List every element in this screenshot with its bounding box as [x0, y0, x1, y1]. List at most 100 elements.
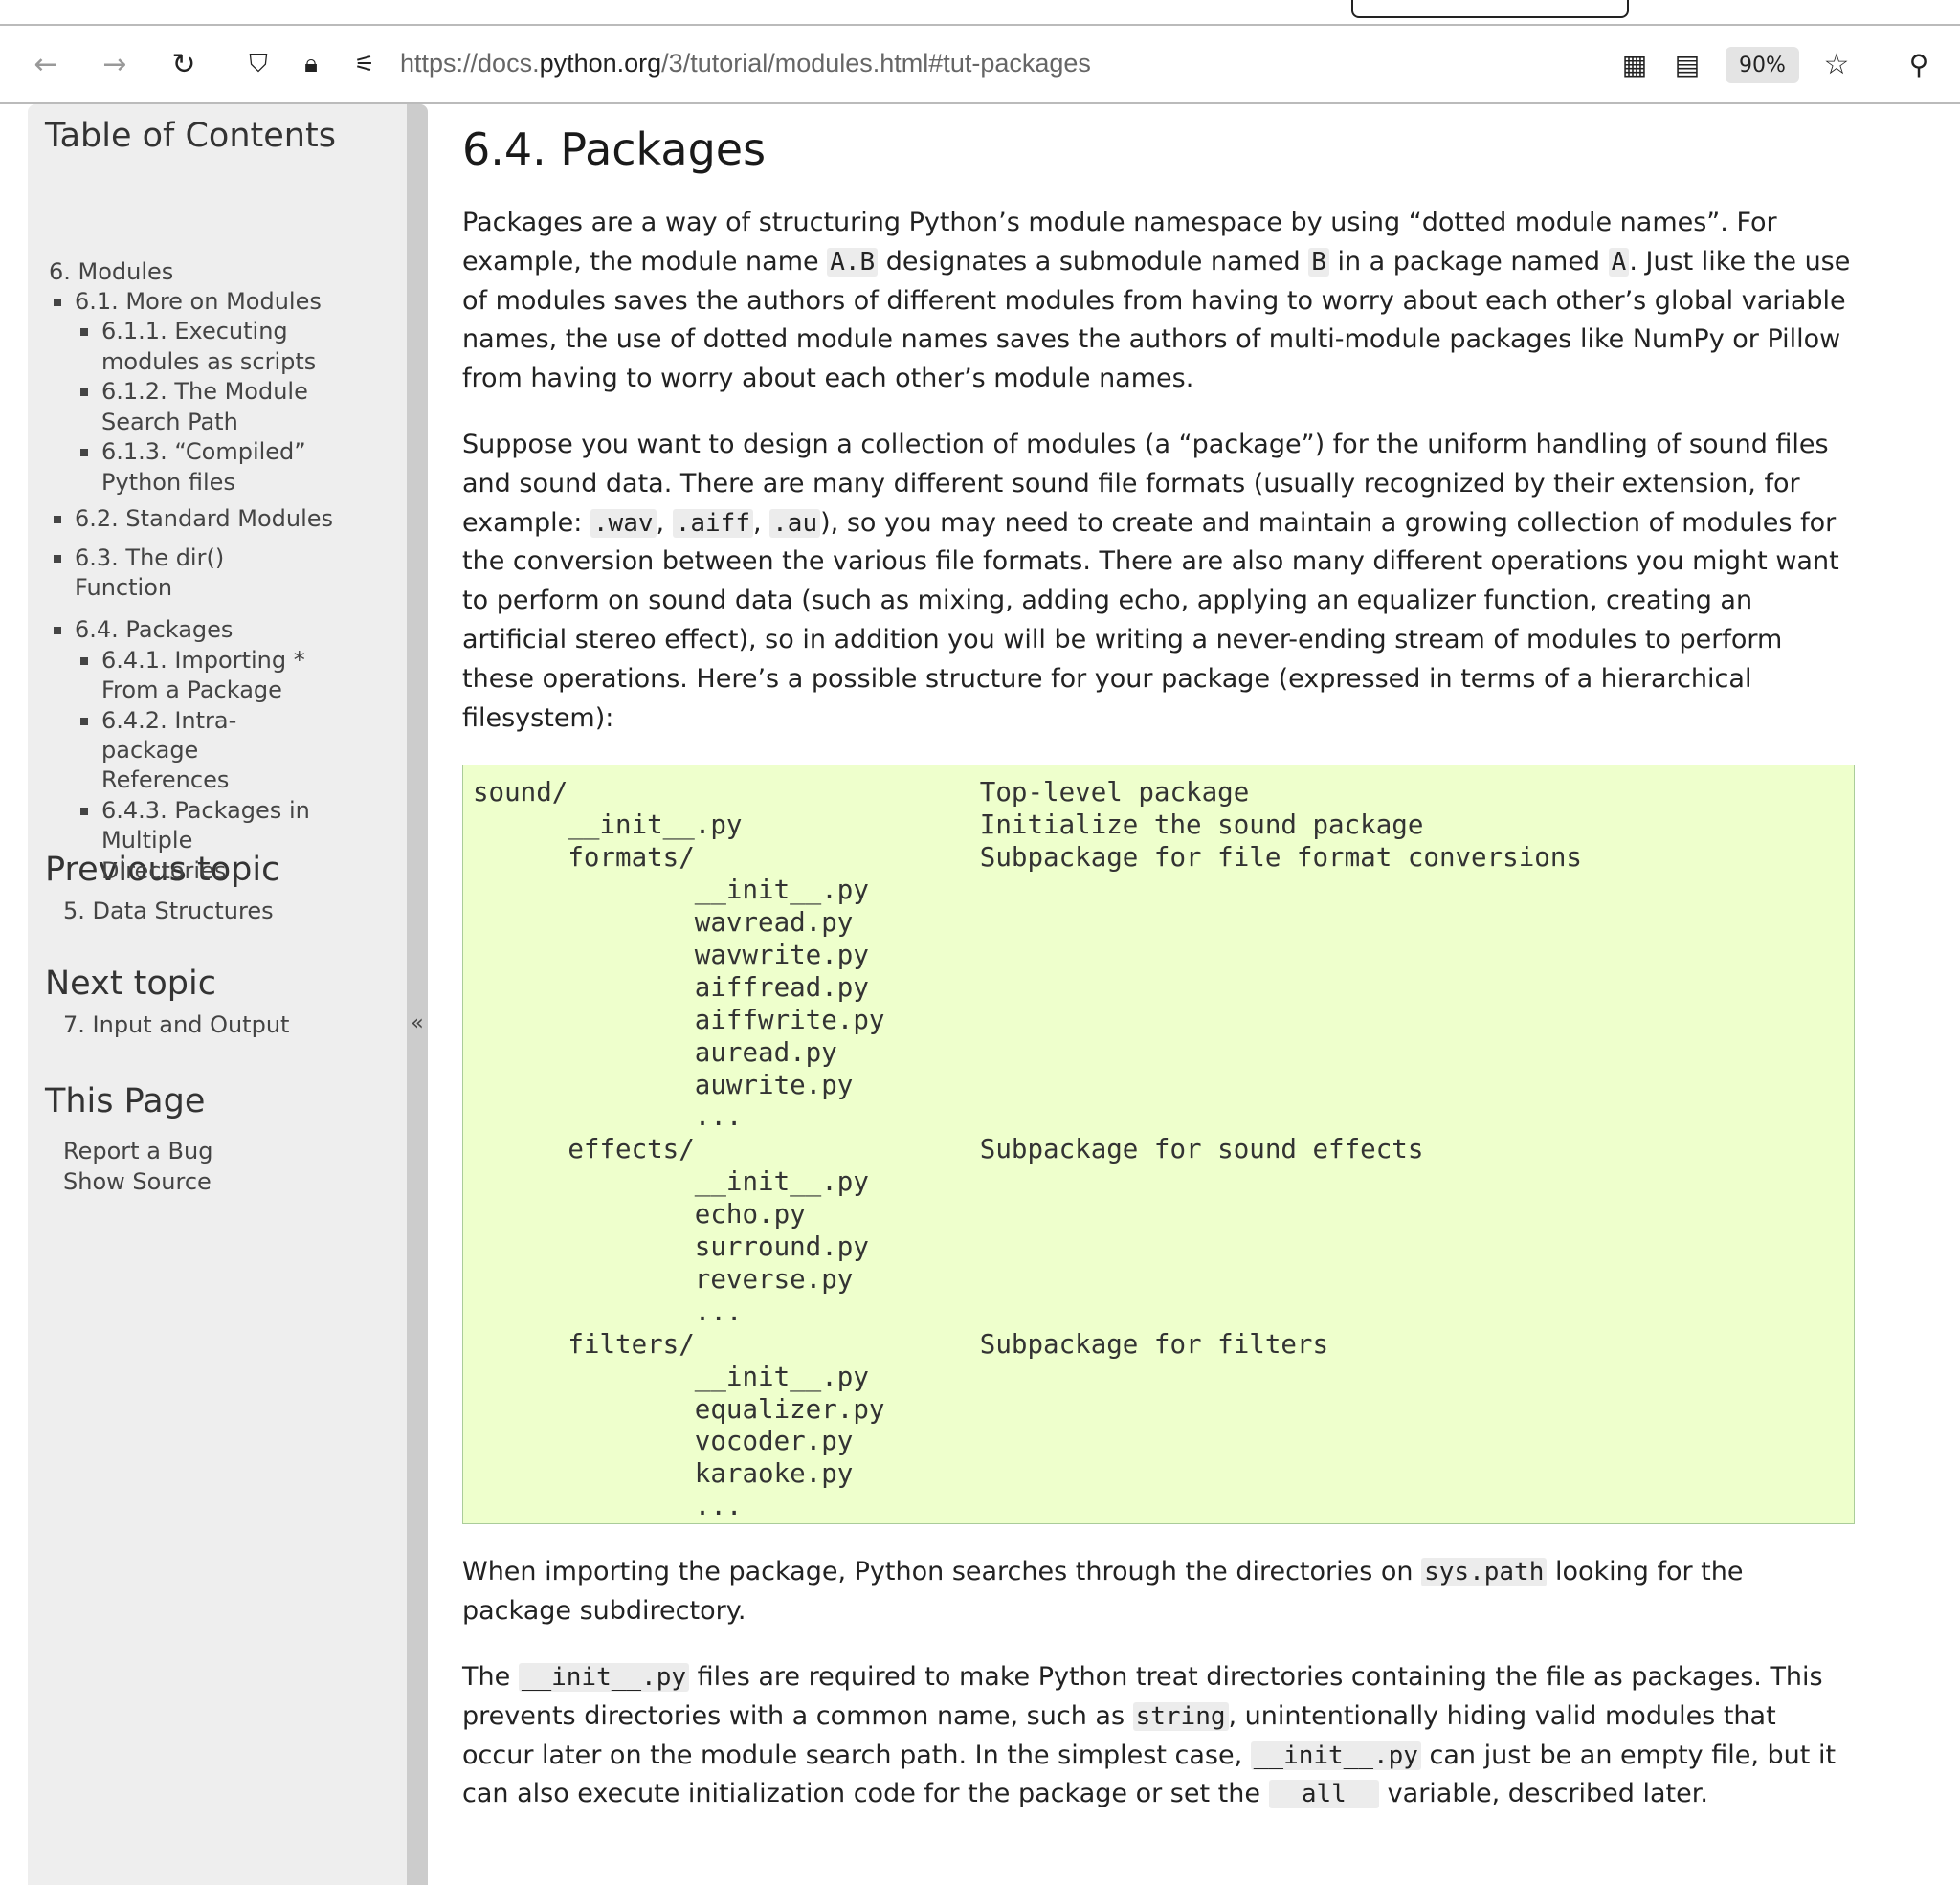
toc-item-label: Python files: [101, 469, 235, 496]
zoom-level-button[interactable]: 90%: [1726, 47, 1799, 83]
bullet-icon: [54, 299, 61, 306]
bullet-icon: [80, 388, 88, 396]
inline-code: .au: [769, 508, 821, 538]
bullet-icon: [80, 657, 88, 665]
report-bug-link[interactable]: Report a Bug: [63, 1137, 212, 1167]
next-topic-heading: Next topic: [45, 965, 216, 1003]
lock-icon[interactable]: 🔒︎: [294, 47, 328, 81]
toc-item[interactable]: Multiple: [101, 826, 192, 856]
bullet-icon: [80, 808, 88, 815]
tab-strip: [0, 0, 1960, 26]
show-source-link[interactable]: Show Source: [63, 1167, 212, 1198]
arrow-right-icon[interactable]: →: [98, 47, 132, 81]
bullet-icon: [54, 555, 61, 563]
paragraph-import: When importing the package, Python searc…: [462, 1553, 1855, 1631]
url-bar[interactable]: https://docs.python.org/3/tutorial/modul…: [400, 49, 1091, 78]
sidebar: Table of Contents Previous topic 5. Data…: [28, 104, 428, 1885]
toc-item[interactable]: 6.1. More on Modules: [54, 287, 322, 318]
inline-code: __init__.py: [1250, 1741, 1421, 1770]
text-run: in a package named: [1328, 246, 1609, 277]
toc-item-label: 6.4.2. Intra-: [101, 707, 237, 734]
browser-tab[interactable]: [1351, 0, 1629, 18]
page-title: 6.4. Packages: [462, 123, 767, 175]
inline-code: sys.path: [1421, 1558, 1548, 1587]
toc-item[interactable]: Directories: [101, 856, 226, 887]
paragraph-init: The __init__.py files are required to ma…: [462, 1658, 1855, 1814]
bullet-icon: [80, 718, 88, 725]
toc-item-label: References: [101, 766, 230, 793]
star-icon[interactable]: ☆: [1819, 47, 1854, 81]
toc-item-label: 6.2. Standard Modules: [75, 505, 334, 532]
toc-item-label: package: [101, 737, 199, 764]
text-run: When importing the package, Python searc…: [462, 1557, 1422, 1587]
bullet-icon: [54, 516, 61, 523]
toc-item[interactable]: Search Path: [101, 408, 238, 438]
toc-item-label: 6.1.2. The Module: [101, 378, 308, 405]
bullet-icon: [54, 627, 61, 634]
this-page-heading: This Page: [45, 1082, 206, 1120]
next-topic-link[interactable]: 7. Input and Output: [63, 1010, 289, 1041]
text-run: ), so you may need to create and maintai…: [462, 507, 1839, 733]
inline-code: A.B: [827, 247, 879, 277]
sidebar-collapse-button[interactable]: «: [407, 104, 428, 1885]
toc-item[interactable]: 6. Modules: [49, 257, 173, 288]
toc-item[interactable]: Function: [75, 573, 172, 604]
text-run: ,: [752, 507, 770, 538]
toc-item[interactable]: 6.4.2. Intra-: [80, 706, 237, 737]
main-content: 6.4. Packages Packages are a way of stru…: [462, 104, 1855, 1841]
toc-item[interactable]: Python files: [101, 468, 235, 499]
inline-code: A: [1608, 247, 1630, 277]
reader-view-icon[interactable]: ▤: [1670, 47, 1704, 81]
toc-item-label: 6.4. Packages: [75, 616, 234, 643]
toc-item-label: 6.1.3. “Compiled”: [101, 438, 306, 465]
shield-icon[interactable]: ⛉: [241, 47, 276, 81]
inline-code: string: [1132, 1701, 1229, 1731]
bullet-icon: [80, 328, 88, 336]
toc-item[interactable]: References: [101, 765, 229, 796]
toc-item[interactable]: package: [101, 736, 198, 766]
text-run: designates a submodule named: [878, 246, 1309, 277]
toc-item[interactable]: modules as scripts: [101, 347, 316, 378]
toc-item[interactable]: 6.3. The dir(): [54, 543, 225, 574]
toc-item-label: Multiple: [101, 827, 193, 854]
text-run: variable, described later.: [1379, 1779, 1708, 1809]
code-block: sound/ Top-level package __init__.py Ini…: [462, 765, 1855, 1525]
toc-item-label: Search Path: [101, 409, 238, 435]
toc-item-label: Directories: [101, 857, 227, 884]
reload-icon[interactable]: ↻: [167, 47, 201, 81]
arrow-left-icon[interactable]: ←: [29, 47, 63, 81]
permissions-icon[interactable]: ⚟: [347, 47, 382, 81]
text-run: ,: [656, 507, 673, 538]
toc-item-label: 6.3. The dir(): [75, 544, 225, 571]
toc-item-label: 6.1.1. Executing: [101, 318, 288, 344]
toc-item[interactable]: 6.1.3. “Compiled”: [80, 437, 306, 468]
url-host: https://docs.: [400, 49, 540, 78]
text-run: The: [462, 1661, 519, 1692]
toc-item[interactable]: 6.4.3. Packages in: [80, 796, 310, 827]
toc-item[interactable]: From a Package: [101, 676, 282, 706]
inline-code: __init__.py: [518, 1662, 689, 1692]
browser-toolbar: ← → ↻ ⛉ 🔒︎ ⚟ https://docs.python.org/3/t…: [0, 28, 1960, 104]
inline-code: __all__: [1268, 1780, 1380, 1809]
toc-item[interactable]: 6.1.1. Executing: [80, 317, 288, 347]
toc-item-label: From a Package: [101, 676, 282, 703]
qr-code-icon[interactable]: ▦: [1617, 47, 1652, 81]
paragraph-structure: Suppose you want to design a collection …: [462, 426, 1855, 738]
toc-item[interactable]: 6.1.2. The Module: [80, 377, 308, 408]
toc-item-label: 6. Modules: [49, 258, 174, 285]
inline-code: B: [1308, 247, 1329, 277]
toc-item-label: Function: [75, 574, 173, 601]
toc-item-label: 6.4.1. Importing *: [101, 647, 305, 674]
search-plus-icon[interactable]: ⚲: [1902, 47, 1936, 81]
toc-item-label: 6.1. More on Modules: [75, 288, 322, 315]
toc-item-label: 6.4.3. Packages in: [101, 797, 310, 824]
toc-item[interactable]: 6.4.1. Importing *: [80, 646, 305, 676]
paragraph-intro: Packages are a way of structuring Python…: [462, 204, 1855, 399]
toc-item[interactable]: 6.2. Standard Modules: [54, 504, 334, 535]
previous-topic-link[interactable]: 5. Data Structures: [63, 897, 274, 927]
toc-item[interactable]: 6.4. Packages: [54, 615, 234, 646]
toc-heading: Table of Contents: [45, 117, 336, 155]
toc-item-label: modules as scripts: [101, 348, 317, 375]
collapse-chevron-icon: «: [411, 1011, 424, 1035]
inline-code: .aiff: [672, 508, 753, 538]
